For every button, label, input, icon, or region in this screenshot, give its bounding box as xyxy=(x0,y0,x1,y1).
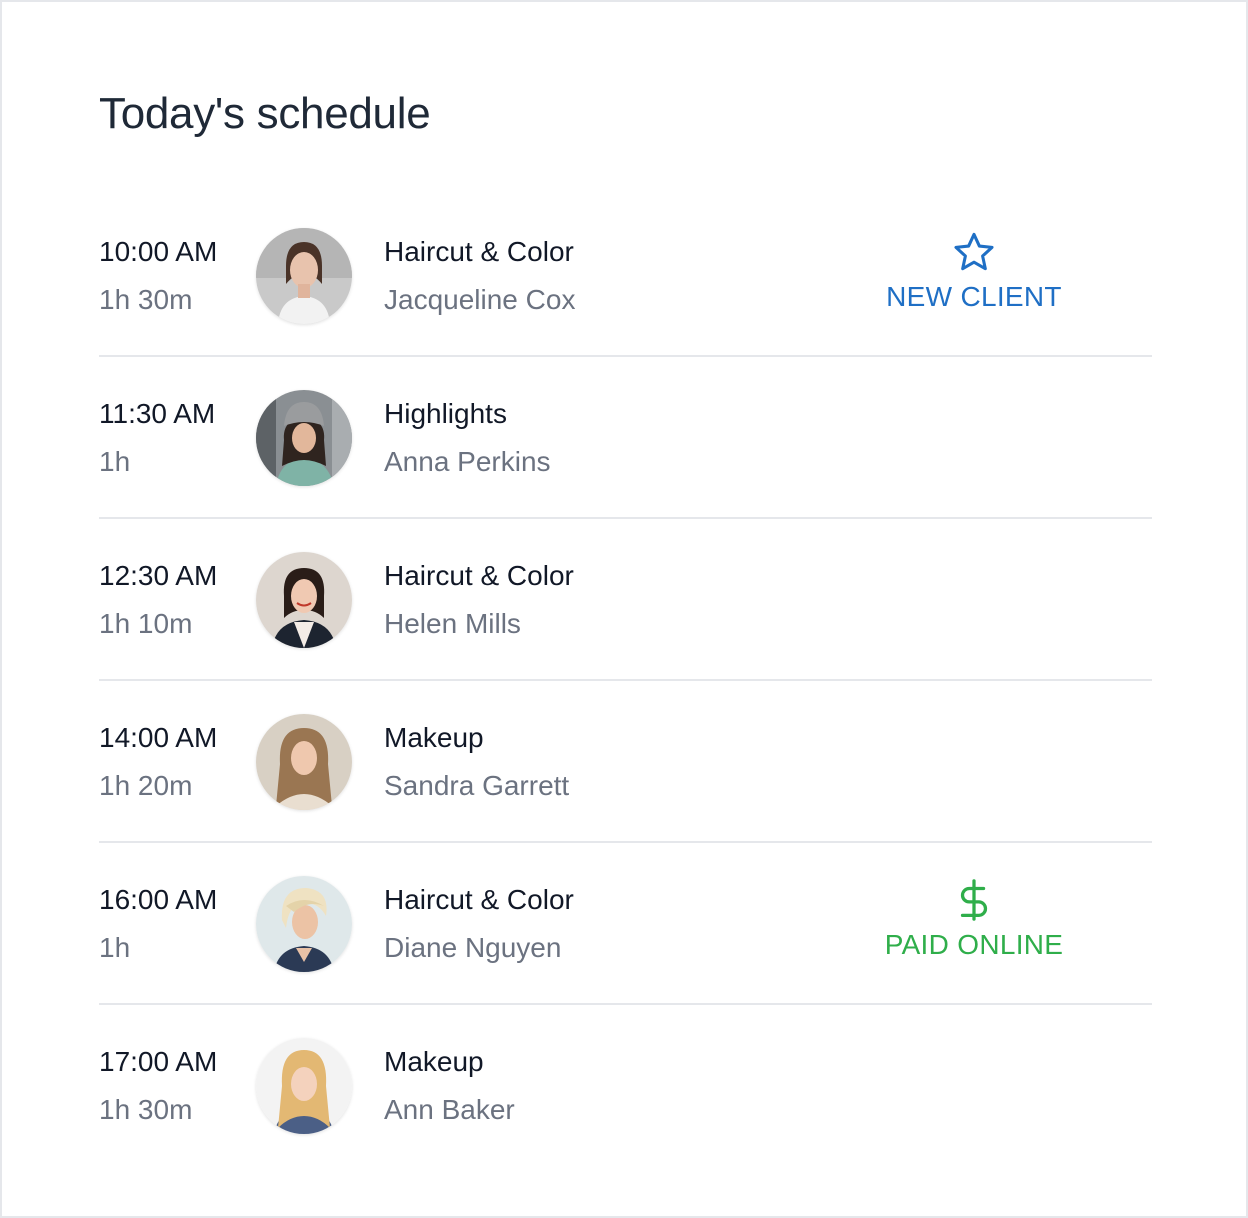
paid-online-badge: PAID ONLINE xyxy=(859,877,1089,963)
avatar xyxy=(256,876,352,972)
avatar xyxy=(256,390,352,486)
appointment-row[interactable]: 10:00 AM 1h 30m Haircut & Color Jacqueli… xyxy=(99,195,1152,357)
appointment-time: 16:00 AM xyxy=(99,884,218,915)
appointment-time: 12:30 AM xyxy=(99,560,218,591)
star-icon xyxy=(954,232,994,271)
appointment-row[interactable]: 14:00 AM 1h 20m Makeup Sandra Garrett xyxy=(99,681,1152,843)
client-name: Diane Nguyen xyxy=(384,932,562,963)
appointment-list: 10:00 AM 1h 30m Haircut & Color Jacqueli… xyxy=(99,195,1152,1167)
appointment-row[interactable]: 11:30 AM 1h Highlights Anna Perkins xyxy=(99,357,1152,519)
avatar xyxy=(256,552,352,648)
client-name: Anna Perkins xyxy=(384,446,551,477)
appointment-duration: 1h 20m xyxy=(99,770,193,801)
appointment-duration: 1h xyxy=(99,446,131,477)
appointment-duration: 1h xyxy=(99,932,131,963)
client-name: Sandra Garrett xyxy=(384,770,570,801)
appointment-duration: 1h 30m xyxy=(99,1094,193,1125)
avatar xyxy=(256,1038,352,1134)
client-name: Jacqueline Cox xyxy=(384,284,576,315)
badge-label: NEW CLIENT xyxy=(886,281,1062,312)
appointment-time: 17:00 AM xyxy=(99,1046,218,1077)
service-name: Highlights xyxy=(384,398,507,429)
dollar-icon xyxy=(960,879,988,921)
avatar xyxy=(256,228,352,324)
page-title: Today's schedule xyxy=(99,89,431,138)
appointment-time: 14:00 AM xyxy=(99,722,218,753)
service-name: Makeup xyxy=(384,1046,484,1077)
schedule-card: Today's schedule 10:00 AM 1h 30m Haircut… xyxy=(0,0,1248,1218)
client-name: Ann Baker xyxy=(384,1094,515,1125)
service-name: Makeup xyxy=(384,722,484,753)
appointment-time: 11:30 AM xyxy=(99,398,216,429)
new-client-badge: NEW CLIENT xyxy=(859,229,1089,315)
appointment-row[interactable]: 17:00 AM 1h 30m Makeup Ann Baker xyxy=(99,1005,1152,1167)
avatar xyxy=(256,714,352,810)
appointment-duration: 1h 10m xyxy=(99,608,193,639)
service-name: Haircut & Color xyxy=(384,236,574,267)
appointment-duration: 1h 30m xyxy=(99,284,193,315)
appointment-row[interactable]: 12:30 AM 1h 10m Haircut & Color Helen Mi… xyxy=(99,519,1152,681)
appointment-row[interactable]: 16:00 AM 1h Haircut & Color Diane Nguyen xyxy=(99,843,1152,1005)
badge-label: PAID ONLINE xyxy=(884,929,1064,960)
client-name: Helen Mills xyxy=(384,608,521,639)
appointment-time: 10:00 AM xyxy=(99,236,218,267)
service-name: Haircut & Color xyxy=(384,884,574,915)
service-name: Haircut & Color xyxy=(384,560,574,591)
